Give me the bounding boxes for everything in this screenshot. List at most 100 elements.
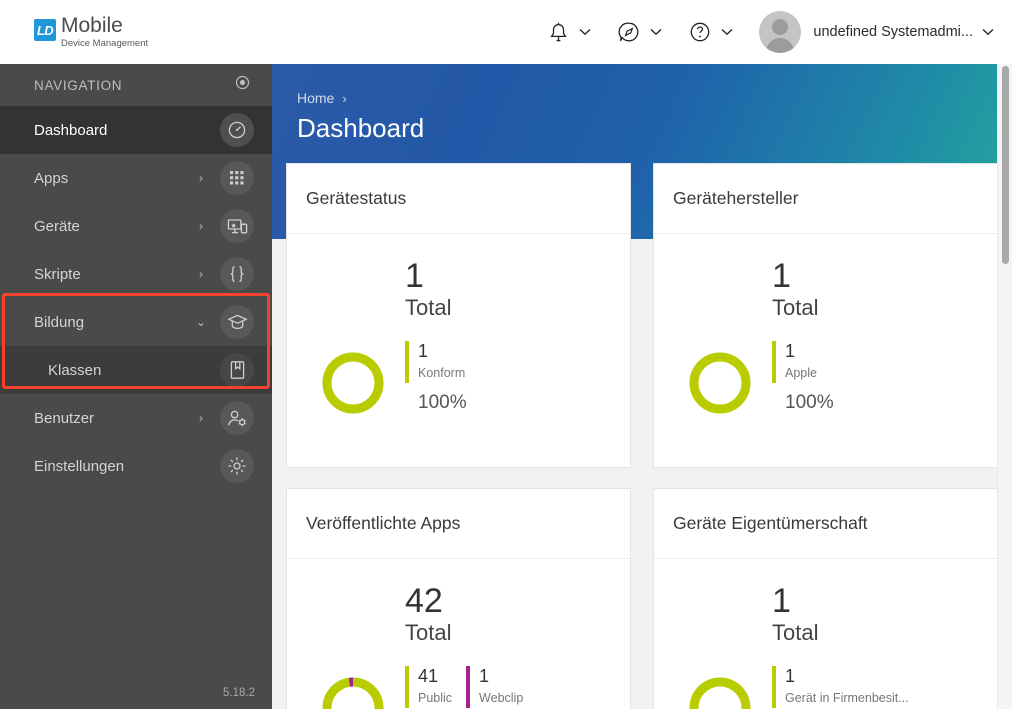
sidebar-header-label: NAVIGATION <box>34 77 123 93</box>
total-label: Total <box>405 295 452 320</box>
legend-value: 1 <box>418 341 429 361</box>
question-circle-icon <box>688 20 712 44</box>
card-header: Gerätestatus <box>287 164 630 234</box>
legend-label: Konform <box>418 366 466 380</box>
brand-badge-icon: LD <box>34 19 56 41</box>
sidebar-item-skripte[interactable]: Skripte › <box>0 250 272 298</box>
card-title: Gerätehersteller <box>673 188 799 208</box>
card-header: Veröffentlichte Apps <box>287 489 630 559</box>
sidebar-item-apps[interactable]: Apps › <box>0 154 272 202</box>
chevron-down-icon <box>982 26 994 38</box>
sidebar-item-label: Apps <box>34 169 69 187</box>
legend-value: 1 <box>479 666 490 686</box>
card-legend: 1 Apple <box>772 341 979 383</box>
sidebar-item-ger-te[interactable]: Geräte › <box>0 202 272 250</box>
donut-chart <box>305 258 401 467</box>
breadcrumb-home[interactable]: Home <box>297 90 334 106</box>
card-body: 1 Total 1 Gerät in Firmenbesit... <box>654 559 997 709</box>
circle-dot-icon[interactable] <box>235 75 250 95</box>
card-title: Geräte Eigentümerschaft <box>673 513 868 533</box>
donut-chart <box>305 583 401 709</box>
dashboard-card-grid: Gerätestatus 1 Total 1 Konform 100% Gerätehers… <box>286 163 998 709</box>
sidebar-item-einstellungen[interactable]: Einstellungen <box>0 442 272 490</box>
legend-color-bar <box>405 341 409 383</box>
brand-logo[interactable]: LD Mobile Device Management <box>34 15 148 49</box>
sidebar: NAVIGATION Dashboard Apps › Geräte › Skripte ›… <box>0 64 272 709</box>
dashboard-card: Geräte Eigentümerschaft 1 Total 1 Gerät in F… <box>653 488 998 709</box>
legend-item: 1 Apple <box>772 341 831 383</box>
sidebar-item-label: Skripte <box>34 265 81 283</box>
legend-value: 1 <box>785 341 796 361</box>
legend-item: 41 Public <box>405 666 466 708</box>
notifications-menu[interactable] <box>546 20 591 44</box>
card-legend: 1 Konform <box>405 341 612 383</box>
sidebar-item-klassen[interactable]: Klassen <box>0 346 272 394</box>
scrollbar-thumb[interactable] <box>1002 66 1009 264</box>
vertical-scrollbar[interactable] <box>997 64 1012 709</box>
card-stats: 42 Total 41 Public 1 Webclip <box>401 583 612 709</box>
legend-item: 1 Gerät in Firmenbesit... <box>772 666 923 708</box>
legend-label: Apple <box>785 366 817 380</box>
help-menu[interactable] <box>688 20 733 44</box>
chevron-down-icon: ⌄ <box>195 315 207 329</box>
dashboard-card: Gerätehersteller 1 Total 1 Apple 100% <box>653 163 998 468</box>
card-header: Geräte Eigentümerschaft <box>654 489 997 559</box>
total-label: Total <box>405 620 452 645</box>
legend-label: Gerät in Firmenbesit... <box>785 691 909 705</box>
card-stats: 1 Total 1 Gerät in Firmenbesit... <box>768 583 979 709</box>
percent-value: 100% <box>785 392 834 413</box>
brand-subtitle: Device Management <box>61 38 149 49</box>
legend-color-bar <box>405 666 409 708</box>
total-label: Total <box>772 295 819 320</box>
total-value: 42 <box>405 582 443 620</box>
graduation-cap-icon <box>220 305 254 339</box>
legend-value: 41 <box>418 666 439 686</box>
legend-color-bar <box>772 666 776 708</box>
breadcrumb-separator-icon: › <box>342 90 347 106</box>
card-legend: 41 Public 1 Webclip <box>405 666 612 708</box>
application-window: LD Mobile Device Management undefined Sy… <box>0 0 1012 709</box>
total-value: 1 <box>772 582 791 620</box>
user-menu[interactable]: undefined Systemadmi... <box>759 11 994 53</box>
card-title: Gerätestatus <box>306 188 407 208</box>
dashboard-card: Gerätestatus 1 Total 1 Konform 100% <box>286 163 631 468</box>
sidebar-header: NAVIGATION <box>0 64 272 106</box>
sidebar-item-label: Einstellungen <box>34 457 125 475</box>
card-stats: 1 Total 1 Konform 100% <box>401 258 612 467</box>
brand-title: Mobile <box>61 14 123 37</box>
top-bar-actions: undefined Systemadmi... <box>520 0 994 64</box>
user-name: undefined Systemadmi... <box>813 24 973 40</box>
sidebar-item-label: Benutzer <box>34 409 95 427</box>
chevron-down-icon <box>650 26 662 38</box>
feedback-menu[interactable] <box>617 20 662 44</box>
chevron-right-icon: › <box>199 219 203 233</box>
card-title: Veröffentlichte Apps <box>306 513 461 533</box>
legend-value: 1 <box>785 666 796 686</box>
card-legend: 1 Gerät in Firmenbesit... <box>772 666 979 708</box>
legend-color-bar <box>772 341 776 383</box>
card-body: 1 Total 1 Apple 100% <box>654 234 997 467</box>
curly-braces-icon <box>220 257 254 291</box>
total-value: 1 <box>405 257 424 295</box>
sidebar-item-dashboard[interactable]: Dashboard <box>0 106 272 154</box>
bell-icon <box>546 20 570 44</box>
legend-item: 1 Konform <box>405 341 479 383</box>
legend-label: Webclip <box>479 691 524 705</box>
dashboard-card: Veröffentlichte Apps 42 Total 41 Public 1 Webc… <box>286 488 631 709</box>
sidebar-nav-list: Dashboard Apps › Geräte › Skripte › Bildung ⌄ Kla… <box>0 106 272 490</box>
book-icon <box>220 353 254 387</box>
chevron-right-icon: › <box>199 411 203 425</box>
user-settings-icon <box>220 401 254 435</box>
card-stats: 1 Total 1 Apple 100% <box>768 258 979 467</box>
chevron-right-icon: › <box>199 267 203 281</box>
total-label: Total <box>772 620 819 645</box>
chevron-down-icon <box>579 26 591 38</box>
main-content: Home › Dashboard Gerätestatus 1 Total 1 Konf… <box>272 64 1012 709</box>
sidebar-item-benutzer[interactable]: Benutzer › <box>0 394 272 442</box>
sidebar-item-bildung[interactable]: Bildung ⌄ <box>0 298 272 346</box>
sidebar-item-label: Geräte <box>34 217 80 235</box>
grid-apps-icon <box>220 161 254 195</box>
chat-compass-icon <box>617 20 641 44</box>
chevron-down-icon <box>721 26 733 38</box>
legend-label: Public <box>418 691 453 705</box>
